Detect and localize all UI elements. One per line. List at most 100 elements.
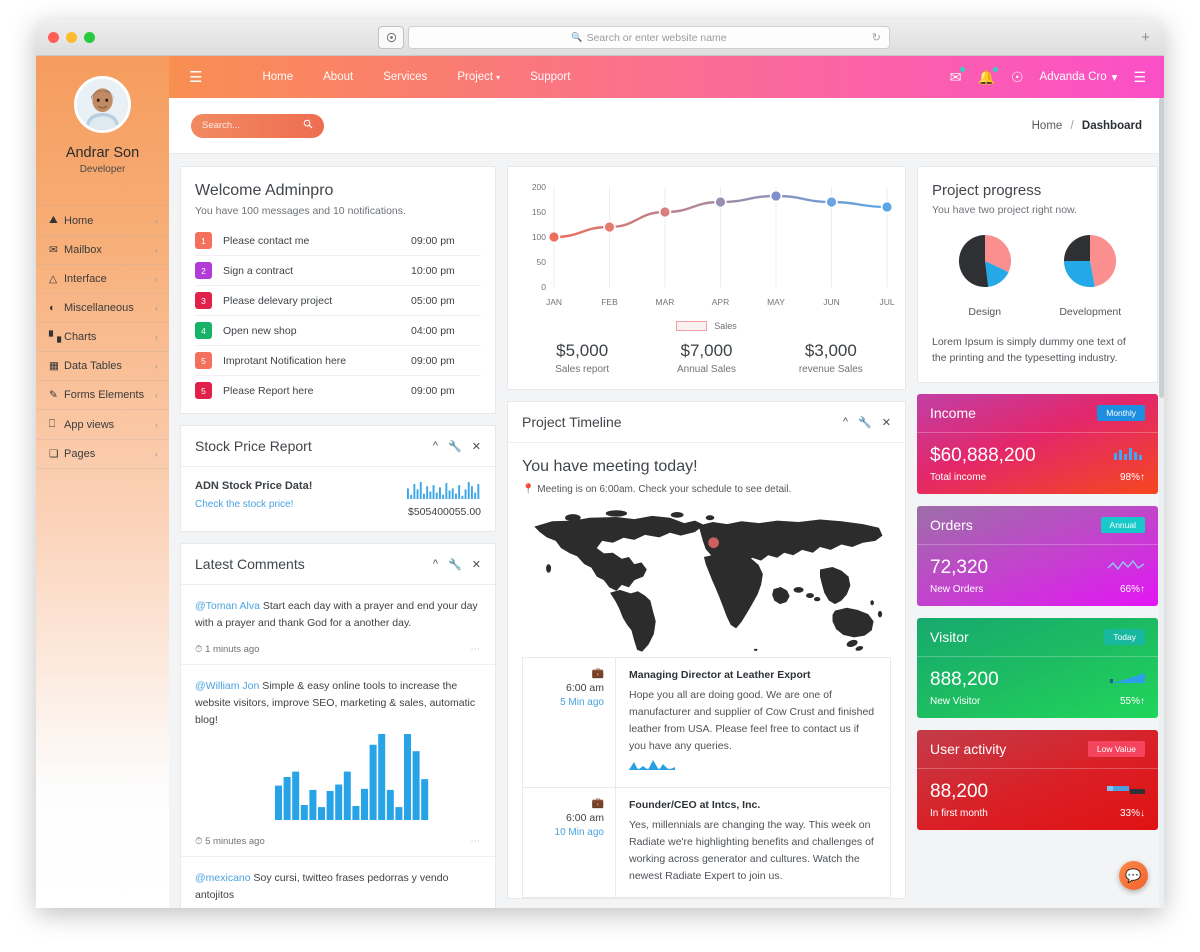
pencil-icon: ✎ [49,389,58,401]
stat-card-user-activity[interactable]: User activity Low Value 88,200 In first … [917,729,1158,830]
sidebar-item-home[interactable]: ⛰ Home ‹ [36,205,169,236]
sidebar-item-label: Data Tables [64,360,122,372]
chevron-down-icon: ▾ [1111,72,1118,84]
close-icon[interactable]: ✕ [472,440,481,453]
navbar-username[interactable]: Advanda Cro ▾ [1040,70,1118,84]
stat-card-caption: In first month [930,807,988,819]
timeline-ago[interactable]: 10 Min ago [523,827,604,838]
nav-link-services[interactable]: Services [383,71,427,83]
navbar-username-label: Advanda Cro [1039,71,1107,83]
more-options-icon[interactable]: ⋯ [471,644,482,655]
stat-percent-value: 98% [1119,471,1140,483]
stat-revenue-sales: $3,000 revenue Sales [769,341,893,375]
stat-card-orders[interactable]: Orders Annual 72,320 New Orders 66%↑ [917,505,1158,606]
sidebar-item-interface[interactable]: △ Interface ‹ [36,265,169,294]
dashboard-row: Welcome Adminpro You have 100 messages a… [180,166,1158,908]
list-item[interactable]: 3 Please delevary project 05:00 pm [195,286,481,316]
home-icon: ⛰ [49,214,58,226]
comment-text: @Toman Alva Start each day with a prayer… [195,598,481,633]
collapse-icon[interactable]: ^ [433,558,438,571]
reload-icon[interactable]: ↻ [872,31,881,44]
timeline-item: 💼 6:00 am 5 Min ago Managing Director at… [522,657,891,787]
sidebar-item-forms-elements[interactable]: ✎ Forms Elements ‹ [36,381,169,410]
sidebar-item-pages[interactable]: ❏ Pages ‹ [36,440,169,469]
collapse-icon[interactable]: ^ [843,416,848,429]
sidebar-item-label: Interface [64,273,107,285]
message-time: 09:00 pm [411,384,455,397]
stat-card-left: 72,320 New Orders [930,557,1107,595]
nav-link-project[interactable]: Project ▾ [457,71,500,83]
dashboard-grid: Welcome Adminpro You have 100 messages a… [169,154,1164,908]
scrollbar-thumb[interactable] [1159,98,1164,398]
sidebar-item-charts[interactable]: ▘▖ Charts ‹ [36,323,169,352]
chat-bubble-icon[interactable]: 💬 [1119,861,1148,890]
legend-swatch [676,321,708,331]
chevron-left-icon: ‹ [155,332,158,342]
sidebar-item-data-tables[interactable]: ▦ Data Tables ‹ [36,352,169,381]
nav-link-about[interactable]: About [323,71,353,83]
stat-card-left: 888,200 New Visitor [930,669,1109,707]
card-title: Project Timeline [522,414,622,430]
list-item[interactable]: 1 Please contact me 09:00 pm [195,226,481,256]
project-progress-card: Project progress You have two project ri… [917,166,1158,383]
bell-icon[interactable]: 🔔 [978,66,998,86]
grid-menu-icon[interactable]: ☰ [1133,69,1146,86]
stat-card-title: Visitor [930,628,969,645]
breadcrumb-home[interactable]: Home [1032,120,1063,132]
wrench-icon[interactable]: 🔧 [448,558,462,571]
address-bar[interactable]: 🔍 Search or enter website name ↻ [408,26,890,49]
wrench-icon[interactable]: 🔧 [448,440,462,453]
window-controls [48,32,95,43]
stock-link[interactable]: Check the stock price! [195,499,407,510]
timeline-time: 6:00 am [566,812,604,824]
more-options-icon[interactable]: ⋯ [471,836,482,847]
hamburger-menu-icon[interactable]: ☰ [189,70,202,85]
close-icon[interactable]: ✕ [472,558,481,571]
timeline-meta: 💼 6:00 am 5 Min ago [523,658,616,787]
timeline-ago[interactable]: 5 Min ago [523,697,604,708]
svg-text:200: 200 [532,182,546,192]
search-icon: 🔍 [571,32,583,42]
comment-handle[interactable]: @William Jon [195,680,259,692]
list-item[interactable]: 5 Please Report here 09:00 pm [195,376,481,405]
wrench-icon[interactable]: 🔧 [858,416,872,429]
location-pin-icon: 📍 [522,484,535,495]
svg-text:MAR: MAR [656,297,675,307]
list-item[interactable]: 2 Sign a contract 10:00 pm [195,256,481,286]
close-icon[interactable]: ✕ [882,416,891,429]
stat-card-body: 88,200 In first month 33%↓ [917,769,1158,830]
stat-card-income[interactable]: Income Monthly $60,888,200 Total income [917,393,1158,494]
timeline-body: Yes, millennials are changing the way. T… [629,819,874,882]
close-window-button[interactable] [48,32,59,43]
trend-arrow-icon: ↑ [1140,471,1145,483]
stat-card-right: 33%↓ [1107,783,1145,819]
timeline-time: 6:00 am [566,682,604,694]
list-item[interactable]: 4 Open new shop 04:00 pm [195,316,481,346]
trend-arrow-icon: ↓ [1140,807,1145,819]
comment-handle[interactable]: @Toman Alva [195,600,260,612]
new-tab-button[interactable]: + [1141,29,1150,46]
nav-link-home[interactable]: Home [262,71,293,83]
sidebar-item-mailbox[interactable]: ✉ Mailbox ‹ [36,236,169,265]
svg-text:JUN: JUN [823,297,840,307]
sidebar-item-miscellaneous[interactable]: ◐ Miscellaneous ‹ [36,294,169,323]
stat-label: Sales report [555,364,610,375]
collapse-icon[interactable]: ^ [433,440,438,453]
message-icon[interactable]: ✉ [950,66,965,86]
search-input[interactable]: Search... [191,113,324,138]
breadcrumb-separator: / [1070,119,1074,132]
avatar[interactable] [74,76,131,133]
reader-view-icon[interactable] [378,26,404,49]
comment-handle[interactable]: @mexicano [195,872,251,884]
stat-card-visitor[interactable]: Visitor Today 888,200 New Visitor 55%↑ [917,617,1158,718]
user-circle-icon[interactable]: ☉ [1011,69,1024,86]
sidebar-item-app-views[interactable]: ⎕ App views ‹ [36,410,169,440]
sidebar: Andrar Son Developer ⛰ Home ‹ ✉ Mailbox … [36,56,169,908]
list-item[interactable]: 5 Improtant Notification here 09:00 pm [195,346,481,376]
scrollbar[interactable] [1159,98,1164,908]
stat-card-header: User activity Low Value [917,730,1158,769]
minimize-window-button[interactable] [66,32,77,43]
nav-link-support[interactable]: Support [530,71,570,83]
stat-label: Annual Sales [677,364,736,375]
maximize-window-button[interactable] [84,32,95,43]
